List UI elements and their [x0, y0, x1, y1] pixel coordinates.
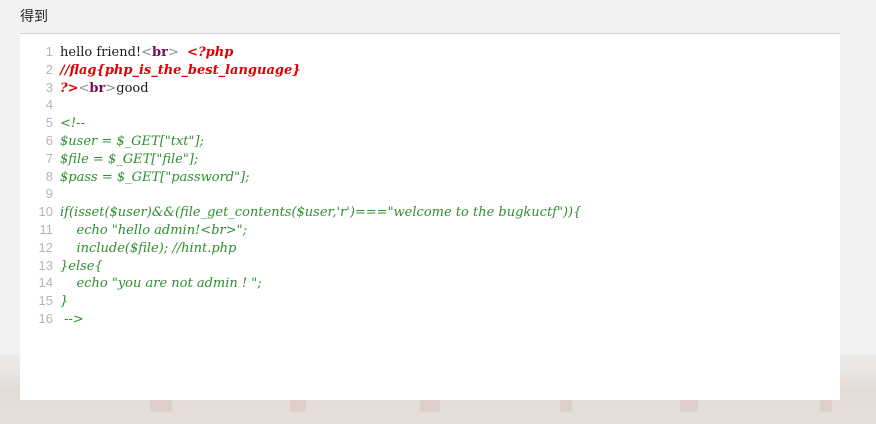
page-heading: 得到: [20, 8, 48, 24]
code-token: //flag{php_is_the_best_language}: [60, 62, 301, 78]
code-line: 3 ?><br>good: [20, 79, 581, 97]
code-token: br: [152, 45, 168, 60]
code-token: good: [116, 80, 149, 96]
code-line: 13 }else{: [20, 257, 581, 275]
line-number: 8: [45, 168, 53, 184]
code-line: 11 echo "hello admin!<br>";: [20, 221, 581, 239]
code-line: 12 include($file); //hint.php: [20, 239, 581, 257]
line-number: 1: [45, 44, 53, 59]
line-number: 15: [38, 293, 53, 309]
background-mark: [290, 398, 306, 412]
code-line: 2 //flag{php_is_the_best_language}: [20, 61, 581, 79]
code-token: }: [60, 294, 69, 310]
code-token: <?php: [187, 45, 234, 60]
code-line: 5 <!--: [20, 114, 581, 132]
code-token: <: [78, 80, 90, 96]
line-number: 4: [45, 97, 53, 113]
background-mark: [420, 398, 440, 412]
code-line: 1 hello friend!<br> <?php: [20, 43, 581, 61]
code-token: $pass = $_GET["password"];: [60, 169, 250, 185]
code-line: 16 -->: [20, 310, 581, 328]
code-token: }else{: [60, 258, 103, 274]
code-token: <: [141, 45, 153, 60]
line-number: 5: [45, 115, 53, 131]
code-line: 7 $file = $_GET["file"];: [20, 150, 581, 168]
code-token: ?>: [60, 80, 79, 96]
line-number: 9: [45, 186, 53, 202]
line-number: 16: [38, 310, 53, 326]
line-number: 2: [45, 61, 53, 77]
code-token: >: [168, 45, 179, 60]
background-mark: [560, 398, 572, 412]
code-token: echo "hello admin!<br>";: [60, 222, 247, 238]
code-token: echo "you are not admin ! ";: [60, 276, 262, 292]
code-token: include($file); //hint.php: [60, 240, 237, 256]
line-number: 3: [45, 79, 53, 95]
code-line: 6 $user = $_GET["txt"];: [20, 132, 581, 150]
code-line: 10 if(isset($user)&&(file_get_contents($u…: [20, 203, 582, 221]
line-number: 10: [38, 204, 53, 220]
line-number: 6: [45, 132, 53, 148]
line-number: 7: [45, 150, 53, 166]
line-number: 11: [39, 221, 54, 237]
code-line: 15}: [20, 292, 581, 310]
code-token: -->: [60, 311, 84, 327]
code-token: $file = $_GET["file"];: [60, 151, 199, 167]
code-token: >: [105, 80, 117, 96]
code-token: if(isset($user)&&(file_get_contents($use…: [60, 205, 582, 221]
background-mark: [820, 398, 832, 412]
code-line: 4: [20, 96, 581, 114]
code-line: 14 echo "you are not admin ! ";: [20, 274, 581, 292]
line-number: 12: [38, 239, 53, 255]
source-code-panel[interactable]: 1 hello friend!<br> <?php 2//flag{php_is_t…: [20, 33, 840, 400]
line-number: 14: [38, 275, 53, 291]
code-line: 9: [20, 185, 581, 203]
code-token: hello friend!: [60, 45, 142, 60]
code-token: br: [89, 80, 106, 96]
background-mark: [150, 398, 172, 412]
line-number: 13: [38, 257, 53, 273]
code-token: $user = $_GET["txt"];: [60, 133, 204, 149]
code-line: 8 $pass = $_GET["password"];: [20, 168, 581, 186]
code-token: <!--: [60, 116, 85, 132]
source-code: 1 hello friend!<br> <?php 2//flag{php_is_t…: [20, 43, 582, 328]
background-mark: [680, 398, 698, 412]
